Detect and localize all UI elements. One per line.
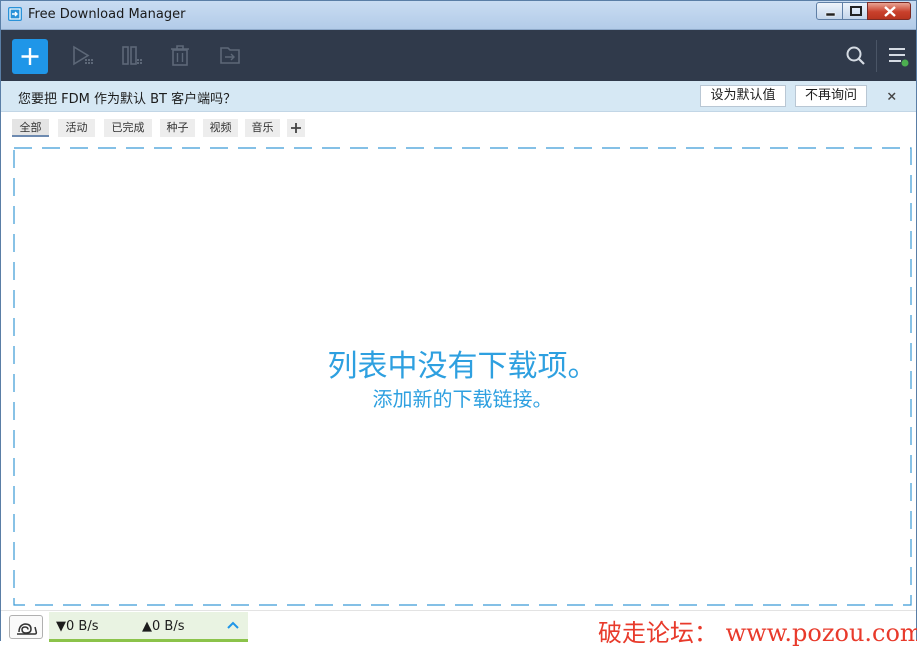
window-title: Free Download Manager [28,7,186,22]
tab-torrents[interactable]: 种子 [160,119,195,137]
dont-ask-again-button[interactable]: 不再询问 [795,85,867,107]
tab-completed[interactable]: 已完成 [104,119,152,137]
tab-music[interactable]: 音乐 [245,119,280,137]
pause-button[interactable] [113,30,151,81]
status-dot-icon [901,59,909,67]
minimize-button[interactable] [816,2,843,20]
search-icon [846,46,865,65]
close-notification-button[interactable] [883,87,901,105]
search-button[interactable] [836,30,874,81]
chevron-up-icon [227,621,239,629]
play-icon [73,45,93,66]
trash-icon [171,45,189,66]
delete-button[interactable] [161,30,199,81]
add-filter-button[interactable] [287,119,305,137]
title-bar[interactable]: Free Download Manager [1,1,916,30]
main-toolbar [1,30,916,81]
move-to-folder-button[interactable] [211,30,249,81]
tab-video[interactable]: 视频 [203,119,238,137]
status-bar: ▼0 B/s ▲0 B/s 破走论坛： www.pozou.com [1,610,917,647]
notification-message: 您要把 FDM 作为默认 BT 客户端吗？ [18,92,237,107]
set-default-button[interactable]: 设为默认值 [700,85,786,107]
plus-icon [21,48,39,65]
download-list-dropzone[interactable]: 列表中没有下载项。 添加新的下载链接。 [13,147,912,606]
speed-limit-toggle[interactable] [9,615,43,639]
add-download-button[interactable] [12,39,48,74]
tab-all[interactable]: 全部 [12,119,49,137]
fdm-logo-icon [8,7,22,21]
upload-speed: ▲0 B/s [142,619,185,634]
start-button[interactable] [63,30,101,81]
snail-icon [17,623,38,635]
hamburger-menu-icon [889,48,909,67]
speed-panel: ▼0 B/s ▲0 B/s [49,612,248,642]
expand-speed-panel-button[interactable] [225,618,241,632]
tab-active[interactable]: 活动 [58,119,95,137]
filter-tabs: 全部 活动 已完成 种子 视频 音乐 [1,112,916,142]
plus-icon [291,123,301,133]
pause-icon [122,46,142,65]
download-speed: ▼0 B/s [56,619,99,634]
default-client-notification: 您要把 FDM 作为默认 BT 客户端吗？ 设为默认值 不再询问 [1,81,916,112]
maximize-button[interactable] [842,2,868,20]
forum-watermark: 破走论坛： www.pozou.com [598,619,917,647]
empty-list-title: 列表中没有下载项。 [327,349,598,384]
app-window: Free Download Manager 您要把 FDM 作为默认 BT 客户… [0,0,917,647]
folder-move-icon [220,47,240,64]
close-icon [887,92,896,101]
toolbar-divider [876,40,877,72]
add-new-download-link[interactable]: 添加新的下载链接。 [13,383,912,412]
main-menu-button[interactable] [878,30,916,81]
close-window-button[interactable] [867,2,911,20]
